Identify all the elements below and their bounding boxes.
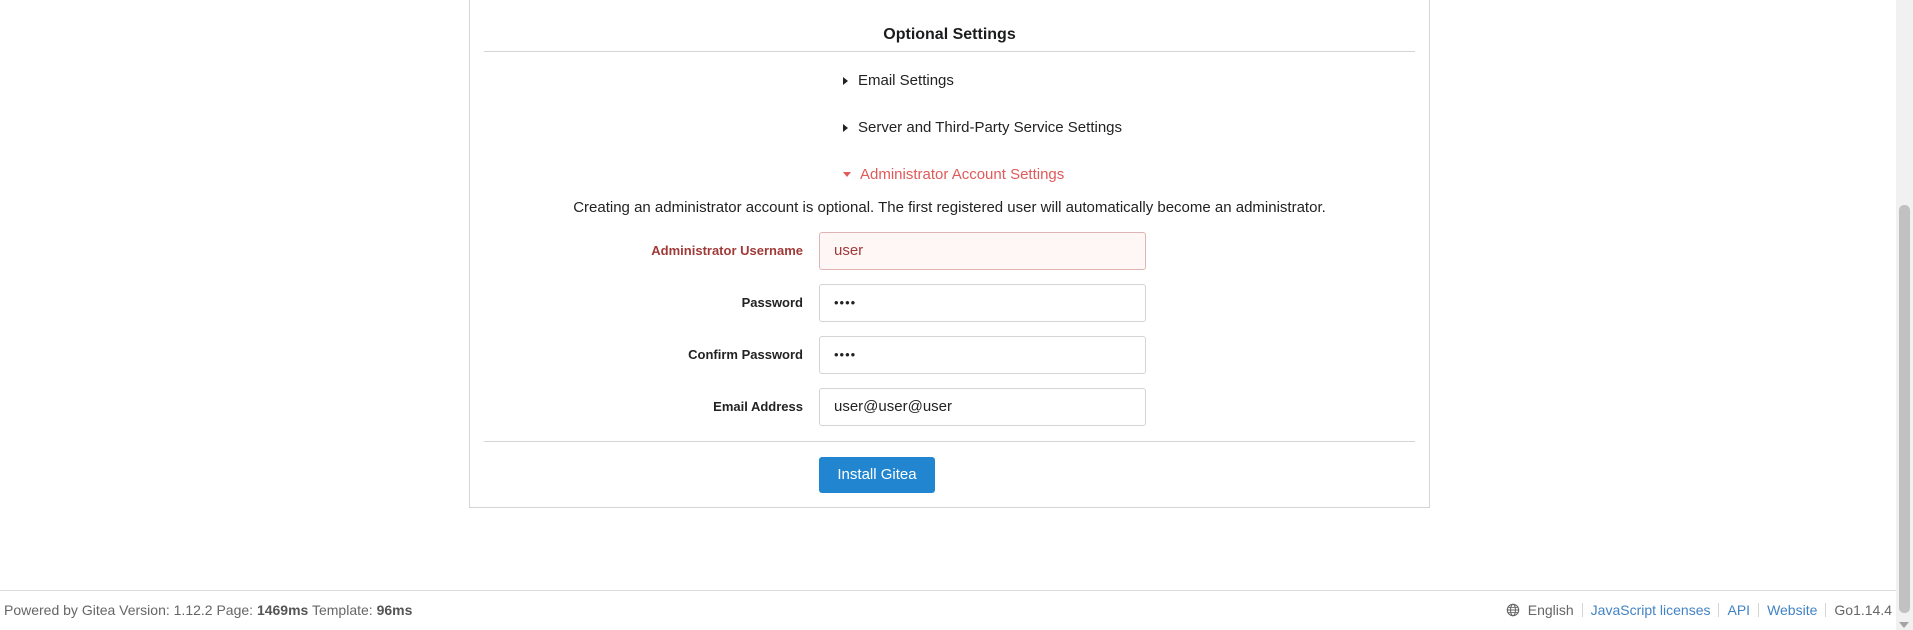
admin-username-label: Administrator Username	[651, 243, 803, 258]
accordion-label: Administrator Account Settings	[860, 166, 1065, 183]
caret-right-icon	[843, 123, 848, 132]
divider	[1825, 603, 1827, 617]
admin-email-label: Email Address	[713, 399, 803, 414]
caret-right-icon	[843, 76, 848, 85]
admin-username-row: Administrator Username user	[470, 232, 1429, 270]
install-gitea-button[interactable]: Install Gitea	[819, 457, 935, 493]
admin-help-text: Creating an administrator account is opt…	[573, 199, 1326, 216]
powered-by-text: Powered by Gitea Version: 1.12.2 Page:	[4, 602, 254, 618]
accordion-label: Email Settings	[858, 72, 954, 89]
confirm-password-label: Confirm Password	[688, 347, 803, 362]
accordion-email-settings[interactable]: Email Settings	[843, 72, 954, 89]
footer: Powered by Gitea Version: 1.12.2 Page: 1…	[0, 590, 1896, 630]
install-form-card: Optional Settings Email Settings Server …	[469, 0, 1430, 508]
footer-links: English JavaScript licenses API Website …	[1506, 602, 1892, 618]
divider	[1758, 603, 1760, 617]
admin-email-input[interactable]: user@user@user	[819, 388, 1146, 426]
api-link[interactable]: API	[1727, 602, 1750, 618]
globe-icon	[1506, 603, 1519, 617]
admin-username-input[interactable]: user	[819, 232, 1146, 270]
javascript-licenses-link[interactable]: JavaScript licenses	[1591, 602, 1711, 618]
divider	[1581, 603, 1583, 617]
template-label: Template:	[311, 602, 373, 618]
accordion-server-settings[interactable]: Server and Third-Party Service Settings	[843, 119, 1122, 136]
section-title: Optional Settings	[883, 26, 1016, 43]
accordion-label: Server and Third-Party Service Settings	[858, 119, 1123, 136]
divider	[484, 441, 1415, 442]
confirm-password-row: Confirm Password ••••	[470, 336, 1429, 374]
admin-password-row: Password ••••	[470, 284, 1429, 322]
template-time: 96ms	[376, 602, 413, 618]
scrollbar-thumb[interactable]	[1899, 205, 1910, 613]
accordion-admin-settings[interactable]: Administrator Account Settings	[843, 166, 1064, 183]
language-selector[interactable]: English	[1506, 602, 1574, 618]
scroll-down-arrow-icon[interactable]	[1899, 622, 1909, 628]
caret-down-icon	[843, 172, 851, 177]
admin-email-row: Email Address user@user@user	[470, 388, 1429, 426]
website-link[interactable]: Website	[1767, 602, 1817, 618]
language-label: English	[1527, 602, 1574, 618]
go-version: Go1.14.4	[1834, 602, 1892, 618]
admin-password-label: Password	[741, 295, 803, 310]
admin-password-input[interactable]: ••••	[819, 284, 1146, 322]
divider	[1718, 603, 1720, 617]
footer-version-info: Powered by Gitea Version: 1.12.2 Page: 1…	[4, 602, 412, 618]
page: Optional Settings Email Settings Server …	[0, 0, 1913, 630]
page-time: 1469ms	[256, 602, 309, 618]
vertical-scrollbar[interactable]	[1896, 0, 1913, 630]
divider	[484, 51, 1415, 52]
confirm-password-input[interactable]: ••••	[819, 336, 1146, 374]
